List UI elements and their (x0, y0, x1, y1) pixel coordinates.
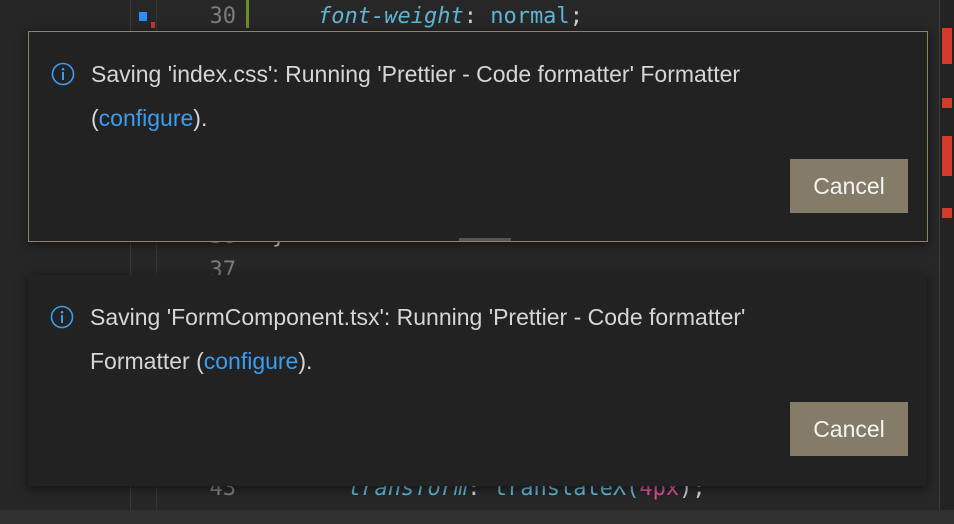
css-property: font-weight (318, 4, 464, 29)
info-circle-icon (51, 62, 75, 86)
message-text: ). (298, 348, 313, 374)
notification-toast: Saving 'FormComponent.tsx': Running 'Pre… (28, 275, 927, 486)
message-text: Saving 'FormComponent.tsx': Running 'Pre… (90, 304, 746, 330)
breakpoint-marker[interactable] (139, 12, 147, 21)
message-text: Formatter ( (90, 348, 204, 374)
overview-ruler[interactable] (939, 0, 954, 510)
error-marker (942, 208, 952, 218)
configure-link[interactable]: configure (204, 348, 299, 374)
notification-message: Saving 'FormComponent.tsx': Running 'Pre… (90, 295, 910, 383)
line-number: 30 (209, 4, 237, 29)
error-marker (942, 136, 952, 176)
error-marker (942, 98, 952, 108)
code-line[interactable]: font-weight: normal; (318, 4, 583, 29)
cancel-button[interactable]: Cancel (790, 402, 908, 456)
cancel-button[interactable]: Cancel (790, 159, 908, 213)
notification-toast: Saving 'index.css': Running 'Prettier - … (28, 31, 928, 242)
error-marker (942, 28, 952, 64)
punctuation: ; (569, 4, 583, 29)
punctuation: : (463, 4, 477, 29)
modified-line-marker (246, 0, 249, 28)
message-text: ). (193, 105, 208, 131)
status-bar (0, 510, 954, 524)
notification-message: Saving 'index.css': Running 'Prettier - … (91, 52, 891, 140)
css-value: normal (490, 4, 570, 29)
drag-handle[interactable] (459, 238, 511, 241)
info-circle-icon (50, 305, 74, 329)
change-marker (151, 22, 155, 28)
message-text: ( (91, 105, 99, 131)
message-text: Saving 'index.css': Running 'Prettier - … (91, 61, 741, 87)
configure-link[interactable]: configure (99, 105, 194, 131)
